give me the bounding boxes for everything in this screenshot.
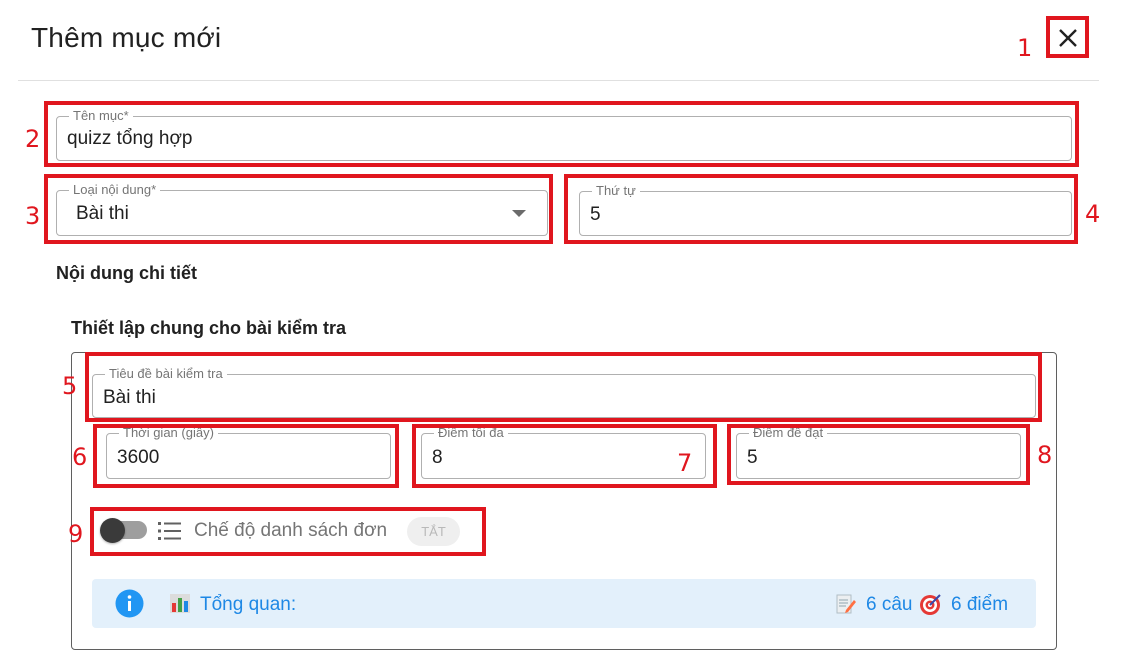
- quiz-settings-title: Thiết lập chung cho bài kiểm tra: [71, 318, 347, 338]
- summary-points: 6 điểm: [951, 594, 1009, 615]
- annotation-number-1: 1: [1017, 34, 1033, 62]
- annotation-number-8: 8: [1037, 441, 1053, 469]
- annotation-number-5: 5: [62, 372, 78, 400]
- summary-label: Tổng quan:: [200, 594, 297, 615]
- content-type-label: Loại nội dung*: [69, 182, 161, 198]
- pass-score-field[interactable]: Điểm đề đạt 5: [736, 425, 1021, 479]
- order-field[interactable]: Thứ tự 5: [579, 183, 1072, 236]
- close-icon[interactable]: [1057, 27, 1079, 49]
- header-divider: [18, 80, 1099, 81]
- annotation-number-9: 9: [68, 520, 84, 548]
- item-name-label: Tên mục*: [69, 108, 133, 124]
- order-label: Thứ tự: [592, 183, 640, 199]
- annotation-number-6: 6: [72, 443, 88, 471]
- single-list-toggle-thumb[interactable]: [100, 518, 125, 543]
- item-name-field[interactable]: Tên mục* quizz tổng hợp: [56, 108, 1072, 161]
- pass-score-value[interactable]: 5: [747, 447, 758, 469]
- annotation-number-2: 2: [25, 125, 41, 153]
- quiz-title-label: Tiêu đề bài kiểm tra: [105, 366, 227, 382]
- single-list-state-chip: TẮT: [407, 517, 460, 546]
- info-icon: [115, 589, 144, 618]
- item-name-value[interactable]: quizz tổng hợp: [67, 128, 193, 150]
- close-button[interactable]: [1049, 19, 1087, 57]
- detail-section-title: Nội dung chi tiết: [56, 263, 197, 283]
- quiz-title-field[interactable]: Tiêu đề bài kiểm tra Bài thi: [92, 366, 1036, 418]
- single-list-mode-label: Chế độ danh sách đơn: [194, 520, 388, 541]
- dropdown-arrow-icon[interactable]: [512, 210, 526, 218]
- annotation-number-3: 3: [25, 202, 41, 230]
- annotation-number-4: 4: [1085, 200, 1101, 228]
- max-score-label: Điểm tối đa: [434, 425, 508, 441]
- memo-icon: [836, 594, 856, 614]
- target-icon: [920, 594, 941, 615]
- quiz-title-value[interactable]: Bài thi: [103, 387, 156, 409]
- content-type-select[interactable]: Loại nội dung* Bài thi: [56, 182, 548, 236]
- order-value[interactable]: 5: [590, 204, 601, 226]
- summary-questions: 6 câu: [866, 594, 913, 615]
- annotation-number-7: 7: [677, 449, 693, 477]
- content-type-value: Bài thi: [76, 203, 129, 224]
- time-field[interactable]: Thời gian (giây) 3600: [106, 425, 391, 479]
- pass-score-label: Điểm đề đạt: [749, 425, 828, 441]
- time-label: Thời gian (giây): [119, 425, 218, 441]
- bar-chart-icon: [170, 594, 190, 613]
- max-score-value[interactable]: 8: [432, 447, 443, 469]
- dialog-title: Thêm mục mới: [31, 22, 222, 53]
- time-value[interactable]: 3600: [117, 447, 159, 469]
- max-score-field[interactable]: Điểm tối đa 8: [421, 425, 706, 479]
- list-icon: [158, 522, 181, 540]
